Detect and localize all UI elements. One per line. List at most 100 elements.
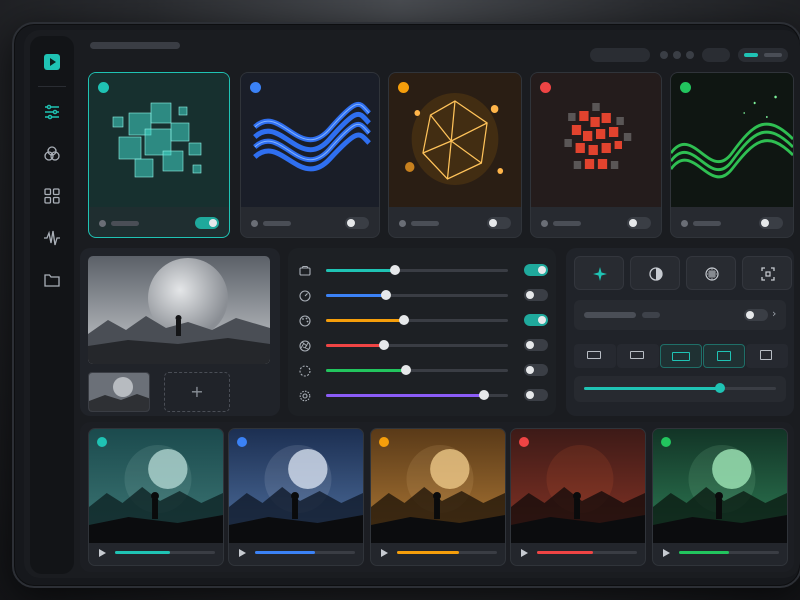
preset-toggle[interactable]: [195, 217, 219, 229]
preset-card-green-wave[interactable]: [670, 72, 794, 238]
mode-contrast-button[interactable]: [630, 256, 680, 290]
progress-fill: [679, 551, 729, 554]
adjustment-toggle[interactable]: [524, 314, 548, 326]
effect-dropdown[interactable]: ›: [574, 300, 786, 330]
mode-texture-button[interactable]: [686, 256, 736, 290]
preset-toggle[interactable]: [345, 217, 369, 229]
scene-card-blue[interactable]: [228, 428, 364, 566]
scene-card-green[interactable]: [652, 428, 788, 566]
adjustment-toggle[interactable]: [524, 289, 548, 301]
scene-card-teal[interactable]: [88, 428, 224, 566]
preset-card-glass-cubes[interactable]: [88, 72, 230, 238]
status-dot: [251, 220, 258, 227]
texture-icon: [705, 267, 719, 281]
app-window: + ›: [12, 22, 800, 588]
mode-sparkle-button[interactable]: [574, 256, 624, 290]
window-dot-3[interactable]: [686, 51, 694, 59]
scene-image: [371, 429, 505, 543]
adjustment-slider[interactable]: [326, 340, 508, 350]
adjustment-toggle[interactable]: [524, 339, 548, 351]
aspect-ratio-button[interactable]: [746, 344, 788, 368]
window-dot-1[interactable]: [660, 51, 668, 59]
window-dot-2[interactable]: [673, 51, 681, 59]
window-title-placeholder: [90, 42, 180, 49]
sliders-icon[interactable]: [42, 102, 62, 122]
adjustment-slider[interactable]: [326, 265, 508, 275]
scene-card-red[interactable]: [510, 428, 646, 566]
intensity-slider[interactable]: [574, 376, 786, 402]
grid-icon[interactable]: [42, 186, 62, 206]
preset-card-gold-polyhedron[interactable]: [388, 72, 522, 238]
adjustment-slider[interactable]: [326, 365, 508, 375]
scene-card-amber[interactable]: [370, 428, 506, 566]
sidebar: [30, 36, 74, 574]
slider-knob[interactable]: [399, 315, 410, 325]
scene-image: [511, 429, 645, 543]
preset-toggle[interactable]: [487, 217, 511, 229]
preview-panel: +: [80, 248, 280, 416]
color-dot: [519, 437, 529, 447]
slider-fill: [326, 344, 385, 347]
ratio-frame-icon: [587, 351, 601, 359]
playback-progress[interactable]: [537, 551, 637, 554]
play-icon[interactable]: [381, 549, 388, 557]
preset-card-blue-waves[interactable]: [240, 72, 380, 238]
preview-image[interactable]: [88, 256, 270, 364]
aspect-ratio-button[interactable]: [660, 344, 702, 368]
aspect-ratio-button[interactable]: [617, 344, 659, 368]
top-toggle-group[interactable]: [738, 48, 788, 62]
preset-thumbnail: [241, 73, 379, 207]
effect-toggle[interactable]: [744, 309, 768, 321]
slider-knob[interactable]: [401, 365, 412, 375]
slider-fill: [326, 319, 405, 322]
top-control-pill[interactable]: [590, 48, 650, 62]
play-icon[interactable]: [239, 549, 246, 557]
palette-icon: [298, 313, 312, 327]
preset-label: [553, 219, 623, 228]
dropdown-sub-placeholder: [642, 312, 660, 318]
scene-image: [653, 429, 787, 543]
aspect-ratio-button[interactable]: [574, 344, 616, 368]
playback-progress[interactable]: [255, 551, 355, 554]
camera-icon: [298, 263, 312, 277]
progress-fill: [115, 551, 170, 554]
adjustment-toggle[interactable]: [524, 389, 548, 401]
slider-knob[interactable]: [479, 390, 490, 400]
play-icon[interactable]: [663, 549, 670, 557]
preset-toggle[interactable]: [627, 217, 651, 229]
slider-knob[interactable]: [381, 290, 392, 300]
slider-knob[interactable]: [379, 340, 390, 350]
slider-knob[interactable]: [390, 265, 401, 275]
playback-progress[interactable]: [115, 551, 215, 554]
circles-icon[interactable]: [42, 144, 62, 164]
play-icon[interactable]: [99, 549, 106, 557]
preset-card-red-voxels[interactable]: [530, 72, 662, 238]
preset-label: [263, 219, 333, 228]
aspect-ratio-button[interactable]: [703, 344, 745, 368]
progress-fill: [397, 551, 459, 554]
adjustment-slider[interactable]: [326, 390, 508, 400]
add-media-button[interactable]: +: [164, 372, 230, 412]
preview-thumbnail[interactable]: [88, 372, 150, 412]
top-button[interactable]: [702, 48, 730, 62]
adjustment-slider[interactable]: [326, 315, 508, 325]
playback-progress[interactable]: [397, 551, 497, 554]
waveform-icon[interactable]: [42, 228, 62, 248]
play-icon[interactable]: [44, 54, 60, 70]
preset-thumbnail: [671, 73, 793, 207]
status-dot: [541, 220, 548, 227]
adjustment-toggle[interactable]: [524, 264, 548, 276]
adjustment-slider[interactable]: [326, 290, 508, 300]
adjustment-row: [298, 312, 558, 330]
intensity-knob[interactable]: [715, 383, 726, 393]
mode-focus-button[interactable]: [742, 256, 792, 290]
play-icon[interactable]: [521, 549, 528, 557]
adjustment-toggle[interactable]: [524, 364, 548, 376]
playback-progress[interactable]: [679, 551, 779, 554]
progress-fill: [537, 551, 593, 554]
preset-toggle[interactable]: [759, 217, 783, 229]
intensity-fill: [584, 387, 721, 390]
scene-image: [89, 429, 223, 543]
color-dot: [98, 82, 109, 93]
folder-icon[interactable]: [42, 270, 62, 290]
